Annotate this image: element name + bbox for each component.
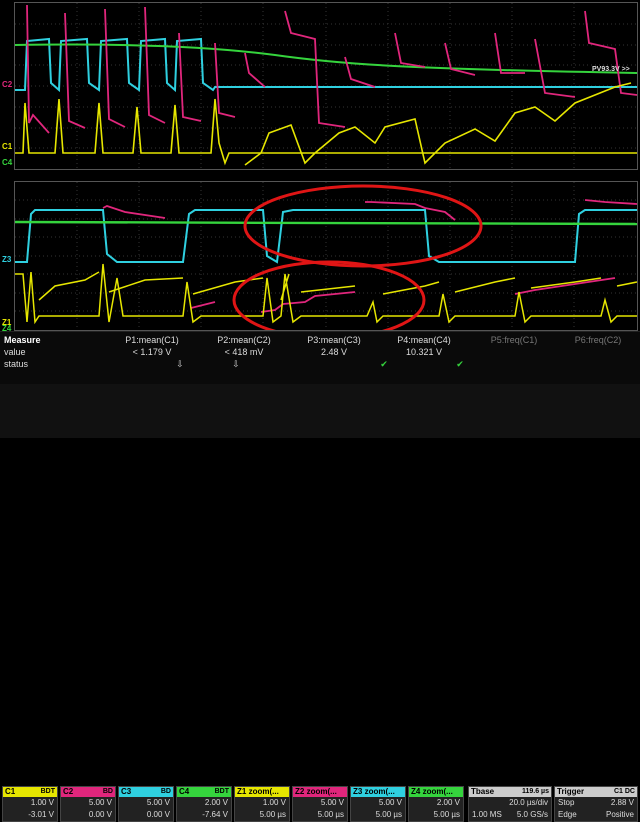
channel-bar: C1 BDT 1.00 V -3.01 V C2 BD 5.00 V 0.00 V … <box>0 384 640 822</box>
channel-badge: BD <box>102 788 113 795</box>
trigger-badge: C1 DC <box>613 788 635 795</box>
lower-waveforms <box>15 182 637 330</box>
channel-c1-box[interactable]: C1 BDT 1.00 V -3.01 V <box>2 786 58 822</box>
channel-offset: -7.64 V <box>202 810 228 819</box>
trigger-level: 2.88 V <box>610 798 634 807</box>
trigger-mode: Stop <box>558 798 575 807</box>
zoom-z1-box[interactable]: Z1 zoom(... 1.00 V 5.00 µs <box>234 786 290 822</box>
timebase-rate: 5.0 GS/s <box>516 810 548 819</box>
channel-badge: zoom(... <box>364 787 395 796</box>
c4-marker: C4 <box>2 158 13 167</box>
channel-scale: 5.00 V <box>378 798 402 807</box>
channel-label: Z2 <box>295 787 305 796</box>
param-name[interactable]: P3:mean(C3) <box>290 334 378 346</box>
timebase-delay: 119.6 µs <box>521 788 549 795</box>
channel-offset: 5.00 µs <box>259 810 286 819</box>
trigger-type: Edge <box>558 810 577 819</box>
channel-scale: 1.00 V <box>30 798 54 807</box>
status-down-icon: ⇩ <box>232 359 240 369</box>
channel-badge: BDT <box>214 788 229 795</box>
channel-scale: 5.00 V <box>320 798 344 807</box>
pv-label: PV93.3V >> <box>592 66 630 73</box>
status-check-icon: ✔ <box>456 359 464 369</box>
z3-marker: Z3 <box>2 255 12 264</box>
status-row-label: status <box>4 359 29 369</box>
annotation-ellipse-lower <box>232 260 426 330</box>
channel-label: Z1 <box>237 787 247 796</box>
channel-scale: 5.00 V <box>146 798 170 807</box>
channel-label: Z4 <box>411 787 421 796</box>
param-value: < 418 mV <box>224 347 264 357</box>
c1-marker: C1 <box>2 142 13 151</box>
zoom-z2-box[interactable]: Z2 zoom(... 5.00 V 5.00 µs <box>292 786 348 822</box>
channel-c4-box[interactable]: C4 BDT 2.00 V -7.64 V <box>176 786 232 822</box>
param-name[interactable]: P5:freq(C1) <box>470 334 558 346</box>
trigger-label: Trigger <box>557 787 585 796</box>
channel-label: Z3 <box>353 787 363 796</box>
param-name[interactable]: P6:freq(C2) <box>554 334 640 346</box>
zoom-z4-box[interactable]: Z4 zoom(... 2.00 V 5.00 µs <box>408 786 464 822</box>
param-value: 10.321 V <box>405 347 443 357</box>
channel-scale: 5.00 V <box>88 798 112 807</box>
channel-label: C1 <box>5 787 16 796</box>
timebase-label: Tbase <box>471 787 495 796</box>
channel-badge: BDT <box>40 788 55 795</box>
channel-badge: zoom(... <box>306 787 337 796</box>
timebase-per-div: 20.0 µs/div <box>509 798 548 807</box>
param-name[interactable]: P4:mean(C4) <box>380 334 468 346</box>
channel-label: C3 <box>121 787 132 796</box>
channel-scale: 2.00 V <box>436 798 460 807</box>
trigger-slope: Positive <box>605 810 634 819</box>
channel-label: C4 <box>179 787 190 796</box>
upper-waveforms <box>15 3 637 169</box>
channel-badge: zoom(... <box>422 787 453 796</box>
param-name[interactable]: P2:mean(C2) <box>200 334 288 346</box>
channel-scale: 1.00 V <box>262 798 286 807</box>
channel-label: C2 <box>63 787 74 796</box>
zoom-z3-box[interactable]: Z3 zoom(... 5.00 V 5.00 µs <box>350 786 406 822</box>
upper-waveform-grid[interactable] <box>14 2 638 170</box>
channel-offset: 5.00 µs <box>433 810 460 819</box>
channel-c2-box[interactable]: C2 BD 5.00 V 0.00 V <box>60 786 116 822</box>
channel-offset: 5.00 µs <box>317 810 344 819</box>
channel-c3-box[interactable]: C3 BD 5.00 V 0.00 V <box>118 786 174 822</box>
value-row-label: value <box>4 347 26 357</box>
trigger-box[interactable]: Trigger C1 DC Stop 2.88 V Edge Positive <box>554 786 638 822</box>
measure-panel: Measure P1:mean(C1) P2:mean(C2) P3:mean(… <box>0 331 640 384</box>
channel-offset: -3.01 V <box>28 810 54 819</box>
channel-offset: 0.00 V <box>146 810 170 819</box>
c2-marker: C2 <box>2 80 13 89</box>
status-check-icon: ✔ <box>380 359 388 369</box>
channel-badge: BD <box>160 788 171 795</box>
param-value: 2.48 V <box>320 347 348 357</box>
param-name[interactable]: P1:mean(C1) <box>108 334 196 346</box>
channel-offset: 0.00 V <box>88 810 112 819</box>
lower-zoom-grid[interactable] <box>14 181 638 331</box>
channel-badge: zoom(... <box>248 787 279 796</box>
param-value: < 1.179 V <box>132 347 172 357</box>
channel-offset: 5.00 µs <box>375 810 402 819</box>
measure-title: Measure <box>4 335 41 345</box>
channel-scale: 2.00 V <box>204 798 228 807</box>
timebase-box[interactable]: Tbase 119.6 µs 20.0 µs/div 1.00 MS 5.0 GS/… <box>468 786 552 822</box>
timebase-samples: 1.00 MS <box>472 810 502 819</box>
